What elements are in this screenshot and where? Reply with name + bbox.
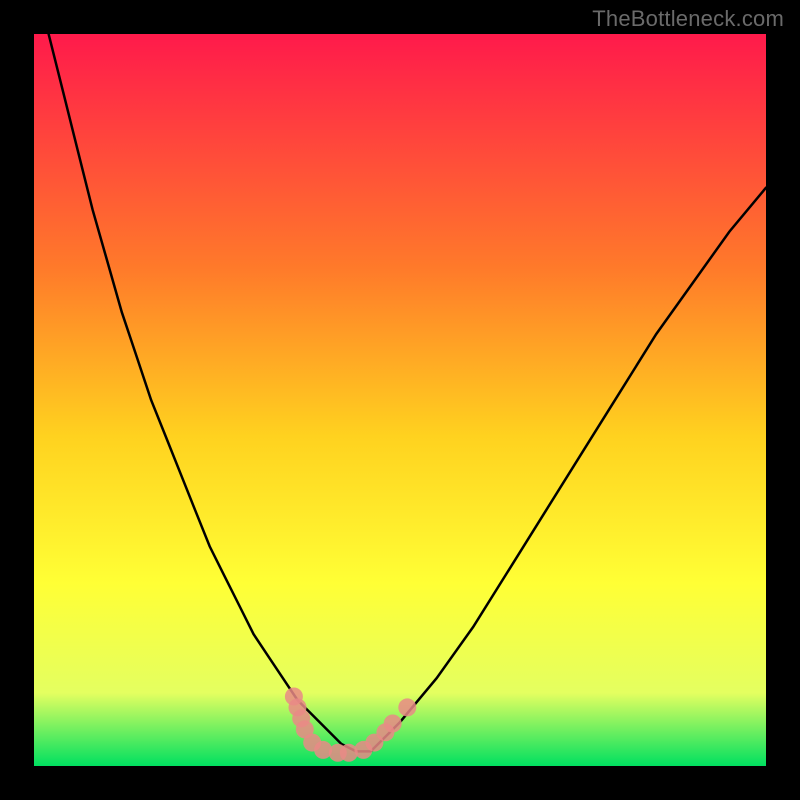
chart-frame: TheBottleneck.com — [0, 0, 800, 800]
watermark-text: TheBottleneck.com — [592, 6, 784, 32]
chart-svg — [34, 34, 766, 766]
marker-pt-m — [398, 698, 416, 716]
plot-area — [34, 34, 766, 766]
marker-pt-l — [384, 715, 402, 733]
gradient-background — [34, 34, 766, 766]
